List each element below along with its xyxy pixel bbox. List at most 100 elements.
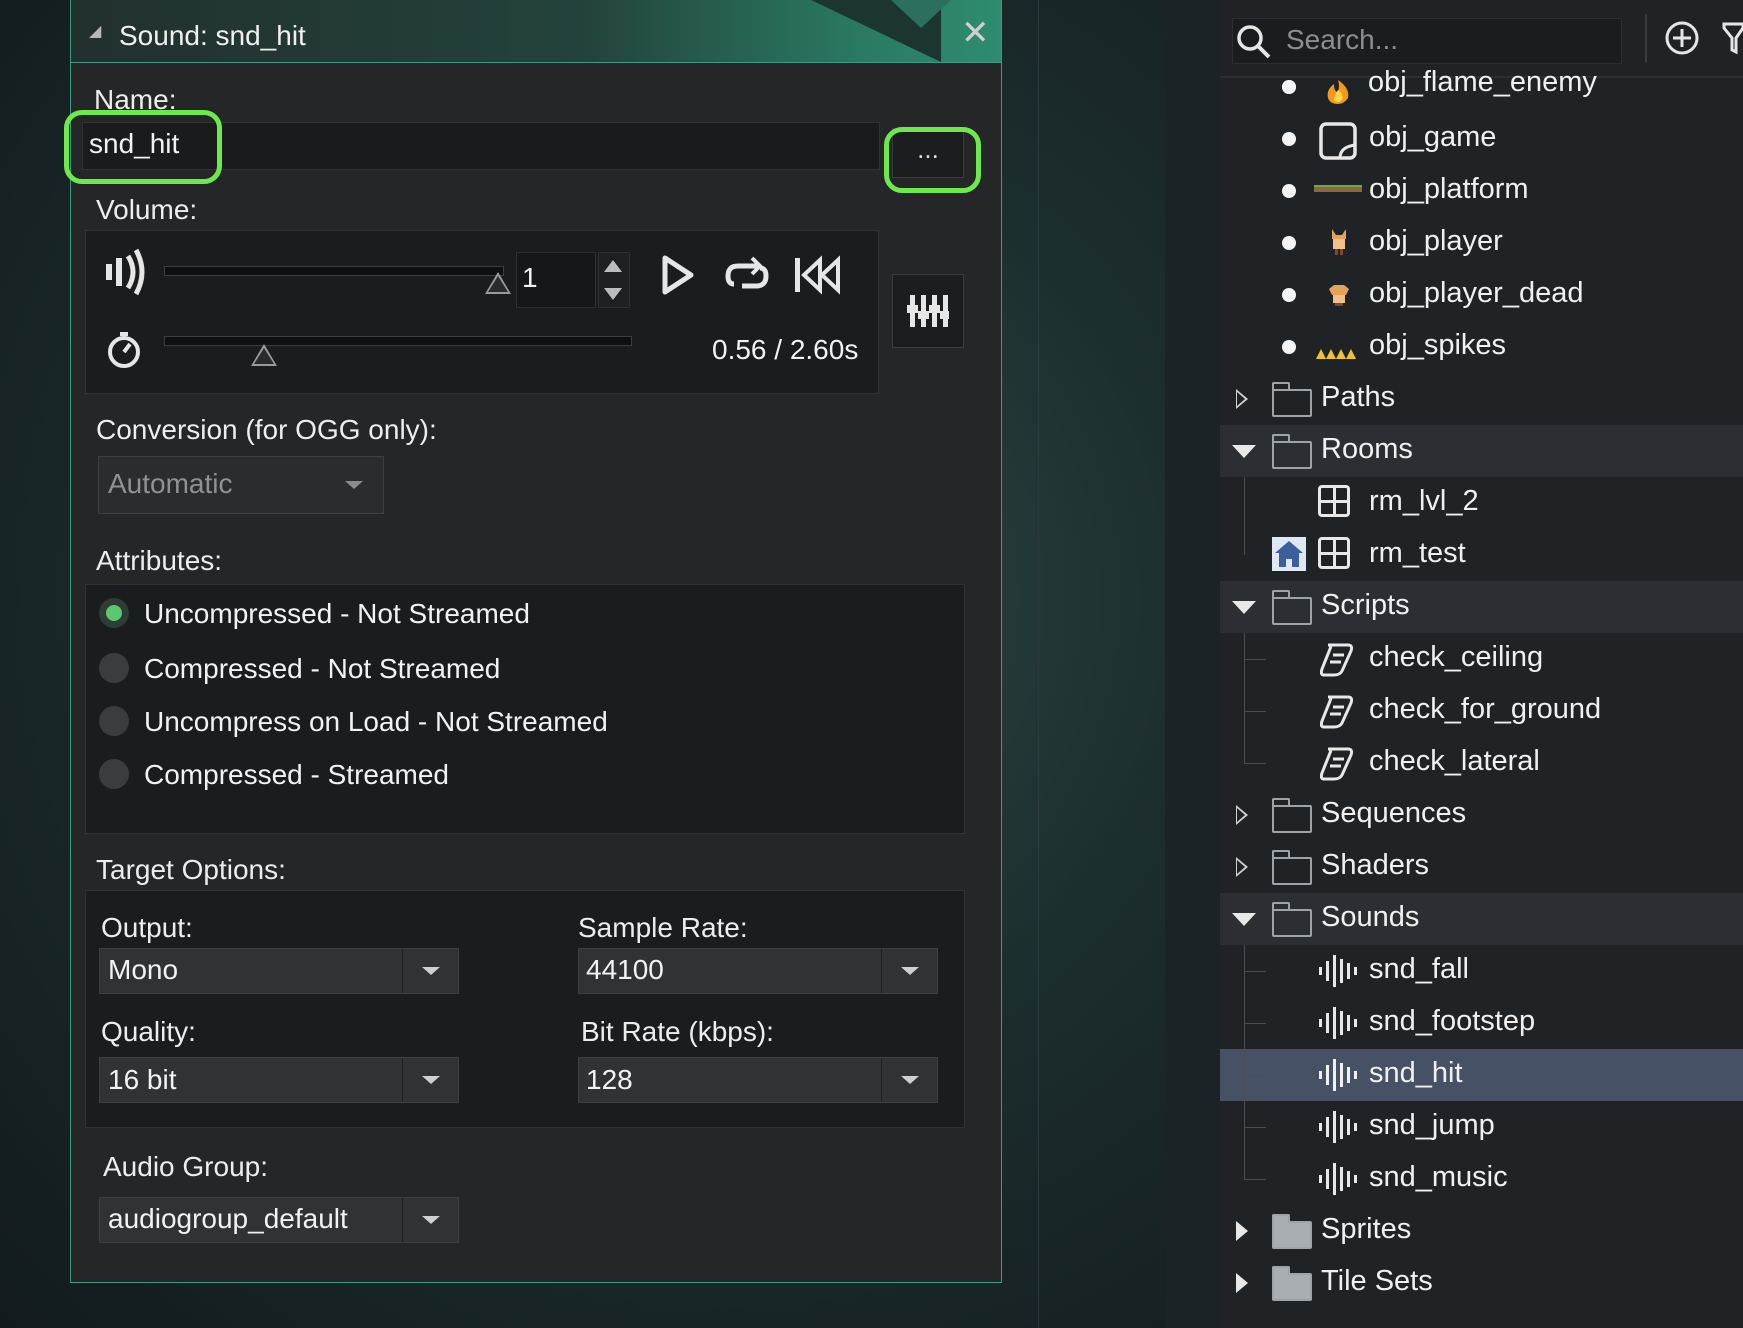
timer-icon [108,332,140,368]
room-row-rm-test[interactable]: rm_test [1220,529,1743,581]
folder-row-rooms[interactable]: Rooms [1220,425,1743,477]
attribute-option-1[interactable]: Compressed - Not Streamed [144,653,500,685]
loop-icon[interactable] [724,254,770,296]
expand-arrow-icon[interactable] [1236,1273,1248,1293]
quality-value: 16 bit [108,1064,177,1095]
sound-wave-icon [1319,1111,1357,1143]
tree-guide [1244,1023,1266,1024]
script-label: check_for_ground [1369,693,1602,725]
object-label: obj_platform [1369,173,1529,205]
expand-arrow-icon[interactable] [1236,857,1248,877]
folder-row-shaders[interactable]: Shaders [1220,841,1743,893]
object-label: obj_player_dead [1369,277,1584,309]
sound-row-snd-footstep[interactable]: snd_footstep [1220,997,1743,1049]
room-label: rm_test [1369,537,1466,569]
folder-row-sprites[interactable]: Sprites [1220,1205,1743,1257]
script-row-check-lateral[interactable]: check_lateral [1220,737,1743,789]
script-icon [1320,695,1354,729]
script-row-check-for-ground[interactable]: check_for_ground [1220,685,1743,737]
rewind-icon[interactable] [792,254,844,296]
expand-arrow-icon[interactable] [1236,1221,1248,1241]
audio-group-value: audiogroup_default [108,1203,348,1234]
filter-icon[interactable] [1722,20,1743,56]
resize-grip-icon: ◢ [89,23,102,40]
stepper-up-icon[interactable] [604,260,622,272]
conversion-label: Conversion (for OGG only): [96,414,437,445]
object-label: obj_game [1369,121,1497,153]
volume-slider[interactable] [164,266,504,276]
playback-slider[interactable] [164,336,632,346]
chevron-down-icon [422,1076,440,1084]
collapse-arrow-icon[interactable] [1232,445,1256,458]
collapse-arrow-icon[interactable] [1232,913,1256,926]
chevron-down-icon [345,481,363,489]
stepper-down-icon[interactable] [604,288,622,300]
room-icon [1318,485,1350,517]
sound-row-snd-fall[interactable]: snd_fall [1220,945,1743,997]
volume-label: Volume: [96,194,198,225]
folder-label: Paths [1321,381,1396,413]
object-label: obj_player [1369,225,1503,257]
tree-guide [1244,711,1266,712]
chevron-down-icon [422,967,440,975]
folder-icon [1272,1214,1312,1249]
tree-guide [1244,633,1245,763]
folder-row-tile-sets[interactable]: Tile Sets [1220,1257,1743,1309]
add-icon[interactable] [1664,20,1700,56]
output-label: Output: [101,912,193,943]
object-row-obj-spikes[interactable]: obj_spikes [1220,321,1743,373]
attribute-radio-2[interactable] [99,706,129,736]
collapse-arrow-icon[interactable] [1232,601,1256,614]
tree-guide [1244,659,1266,660]
object-row-obj-game[interactable]: obj_game [1220,113,1743,165]
room-row-rm-lvl-2[interactable]: rm_lvl_2 [1220,477,1743,529]
expand-arrow-icon[interactable] [1236,389,1248,409]
script-icon [1320,643,1354,677]
folder-row-scripts[interactable]: Scripts [1220,581,1743,633]
chevron-down-icon [901,967,919,975]
script-label: check_ceiling [1369,641,1544,673]
sound-row-snd-jump[interactable]: snd_jump [1220,1101,1743,1153]
attribute-option-3[interactable]: Compressed - Streamed [144,759,449,791]
expand-arrow-icon[interactable] [1236,805,1248,825]
tree-guide [1244,971,1266,972]
sound-label: snd_music [1369,1161,1508,1193]
player-icon [1332,229,1346,255]
folder-label: Scripts [1321,589,1410,621]
mixer-icon [907,295,949,327]
object-row-obj-player[interactable]: obj_player [1220,217,1743,269]
object-row-obj-platform[interactable]: obj_platform [1220,165,1743,217]
mixer-button[interactable] [892,274,964,348]
close-icon[interactable]: ✕ [961,16,990,50]
sound-row-snd-hit[interactable]: snd_hit [1220,1049,1743,1101]
object-row-obj-player-dead[interactable]: obj_player_dead [1220,269,1743,321]
tree-guide [1244,1075,1266,1076]
folder-row-sounds[interactable]: Sounds [1220,893,1743,945]
folder-row-sequences[interactable]: Sequences [1220,789,1743,841]
tree-guide [1244,763,1266,764]
script-row-check-ceiling[interactable]: check_ceiling [1220,633,1743,685]
volume-slider-thumb[interactable] [485,272,511,294]
script-icon [1320,747,1354,781]
browse-highlight [884,127,981,193]
sound-row-snd-music[interactable]: snd_music [1220,1153,1743,1205]
attribute-option-2[interactable]: Uncompress on Load - Not Streamed [144,706,608,738]
object-dot [1282,132,1296,146]
sample-rate-label: Sample Rate: [578,912,748,943]
play-icon[interactable] [660,254,696,296]
attribute-radio-1[interactable] [99,653,129,683]
attribute-option-0[interactable]: Uncompressed - Not Streamed [144,598,530,630]
attribute-radio-0[interactable] [99,598,129,628]
attribute-radio-3[interactable] [99,759,129,789]
folder-label: Tile Sets [1321,1265,1433,1297]
window-header[interactable]: ◢ Sound: snd_hit ✕ [71,0,1001,63]
object-row-obj-flame-enemy[interactable]: obj_flame_enemy [1368,66,1728,106]
playback-slider-thumb[interactable] [251,344,278,366]
target-options-label: Target Options: [96,854,286,885]
room-icon [1318,537,1350,569]
sound-label: snd_footstep [1369,1005,1536,1037]
quality-label: Quality: [101,1016,196,1047]
script-label: check_lateral [1369,745,1540,777]
object-dot [1282,340,1296,354]
folder-row-paths[interactable]: Paths [1220,373,1743,425]
